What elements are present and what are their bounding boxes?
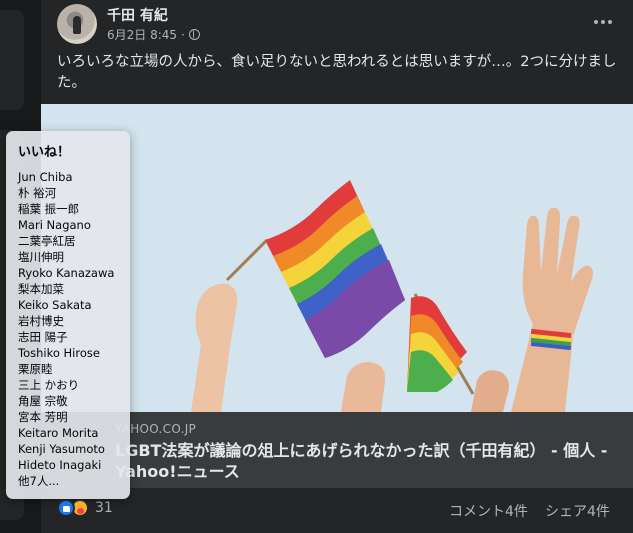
share-count[interactable]: シェア4件	[545, 501, 610, 521]
liker-name: 塩川伸明	[18, 250, 64, 264]
avatar-figure	[73, 16, 81, 34]
dot-icon	[601, 20, 605, 24]
liker-name: Hideto Inagaki	[18, 458, 102, 472]
more-options-button[interactable]	[589, 10, 617, 34]
globe-icon[interactable]	[188, 29, 200, 40]
post-header: 千田 有紀 6月2日 8:45 ·	[41, 0, 633, 46]
avatar[interactable]	[57, 4, 97, 44]
likes-tooltip: いいね！ Jun Chiba 朴 裕河 稲葉 振一郎 Mari Nagano 二…	[6, 131, 130, 499]
liker-name: 三上 かおり	[18, 378, 80, 392]
liker-name: Keitaro Morita	[18, 426, 99, 440]
comment-count[interactable]: コメント4件	[449, 501, 528, 521]
author-name[interactable]: 千田 有紀	[107, 5, 168, 25]
liker-name: 岩村博史	[18, 314, 64, 328]
dot-icon	[594, 20, 598, 24]
liker-name: 梨本加菜	[18, 282, 64, 296]
others-count: 他7人...	[18, 474, 60, 488]
post-timestamp[interactable]: 6月2日 8:45	[107, 26, 177, 43]
liker-name: 宮本 芳明	[18, 410, 68, 424]
liker-name: 角屋 宗敬	[18, 394, 68, 408]
tooltip-title: いいね！	[18, 145, 71, 160]
left-card	[0, 10, 24, 110]
liker-name: Ryoko Kanazawa	[18, 266, 115, 280]
liker-name: Mari Nagano	[18, 218, 91, 232]
liker-name: Kenji Yasumoto	[18, 442, 105, 456]
liker-name: Toshiko Hirose	[18, 346, 100, 360]
dot-separator: ·	[181, 27, 185, 42]
liker-name: 志田 陽子	[18, 330, 68, 344]
post-meta: 6月2日 8:45 ·	[107, 26, 200, 43]
liker-name: 朴 裕河	[18, 186, 57, 200]
post-text: いろいろな立場の人から、食い足りないと思われるとは思いますが…。2つに分けました…	[57, 54, 617, 91]
liker-name: Jun Chiba	[18, 170, 73, 184]
liker-name: Keiko Sakata	[18, 298, 92, 312]
link-title[interactable]: LGBT法案が議論の俎上にあげられなかった訳（千田有紀） - 個人 - Yaho…	[115, 440, 627, 482]
liker-name: 稲葉 振一郎	[18, 202, 80, 216]
post-footer: 31 コメント4件 シェア4件	[41, 494, 633, 526]
liker-list: Jun Chiba 朴 裕河 稲葉 振一郎 Mari Nagano 二葉亭紅居 …	[18, 169, 118, 489]
reaction-count[interactable]: 31	[95, 500, 113, 516]
reactions-summary[interactable]: 31	[57, 499, 113, 517]
liker-name: 二葉亭紅居	[18, 234, 76, 248]
like-icon	[57, 499, 75, 517]
dot-icon	[608, 20, 612, 24]
liker-name: 栗原睦	[18, 362, 53, 376]
